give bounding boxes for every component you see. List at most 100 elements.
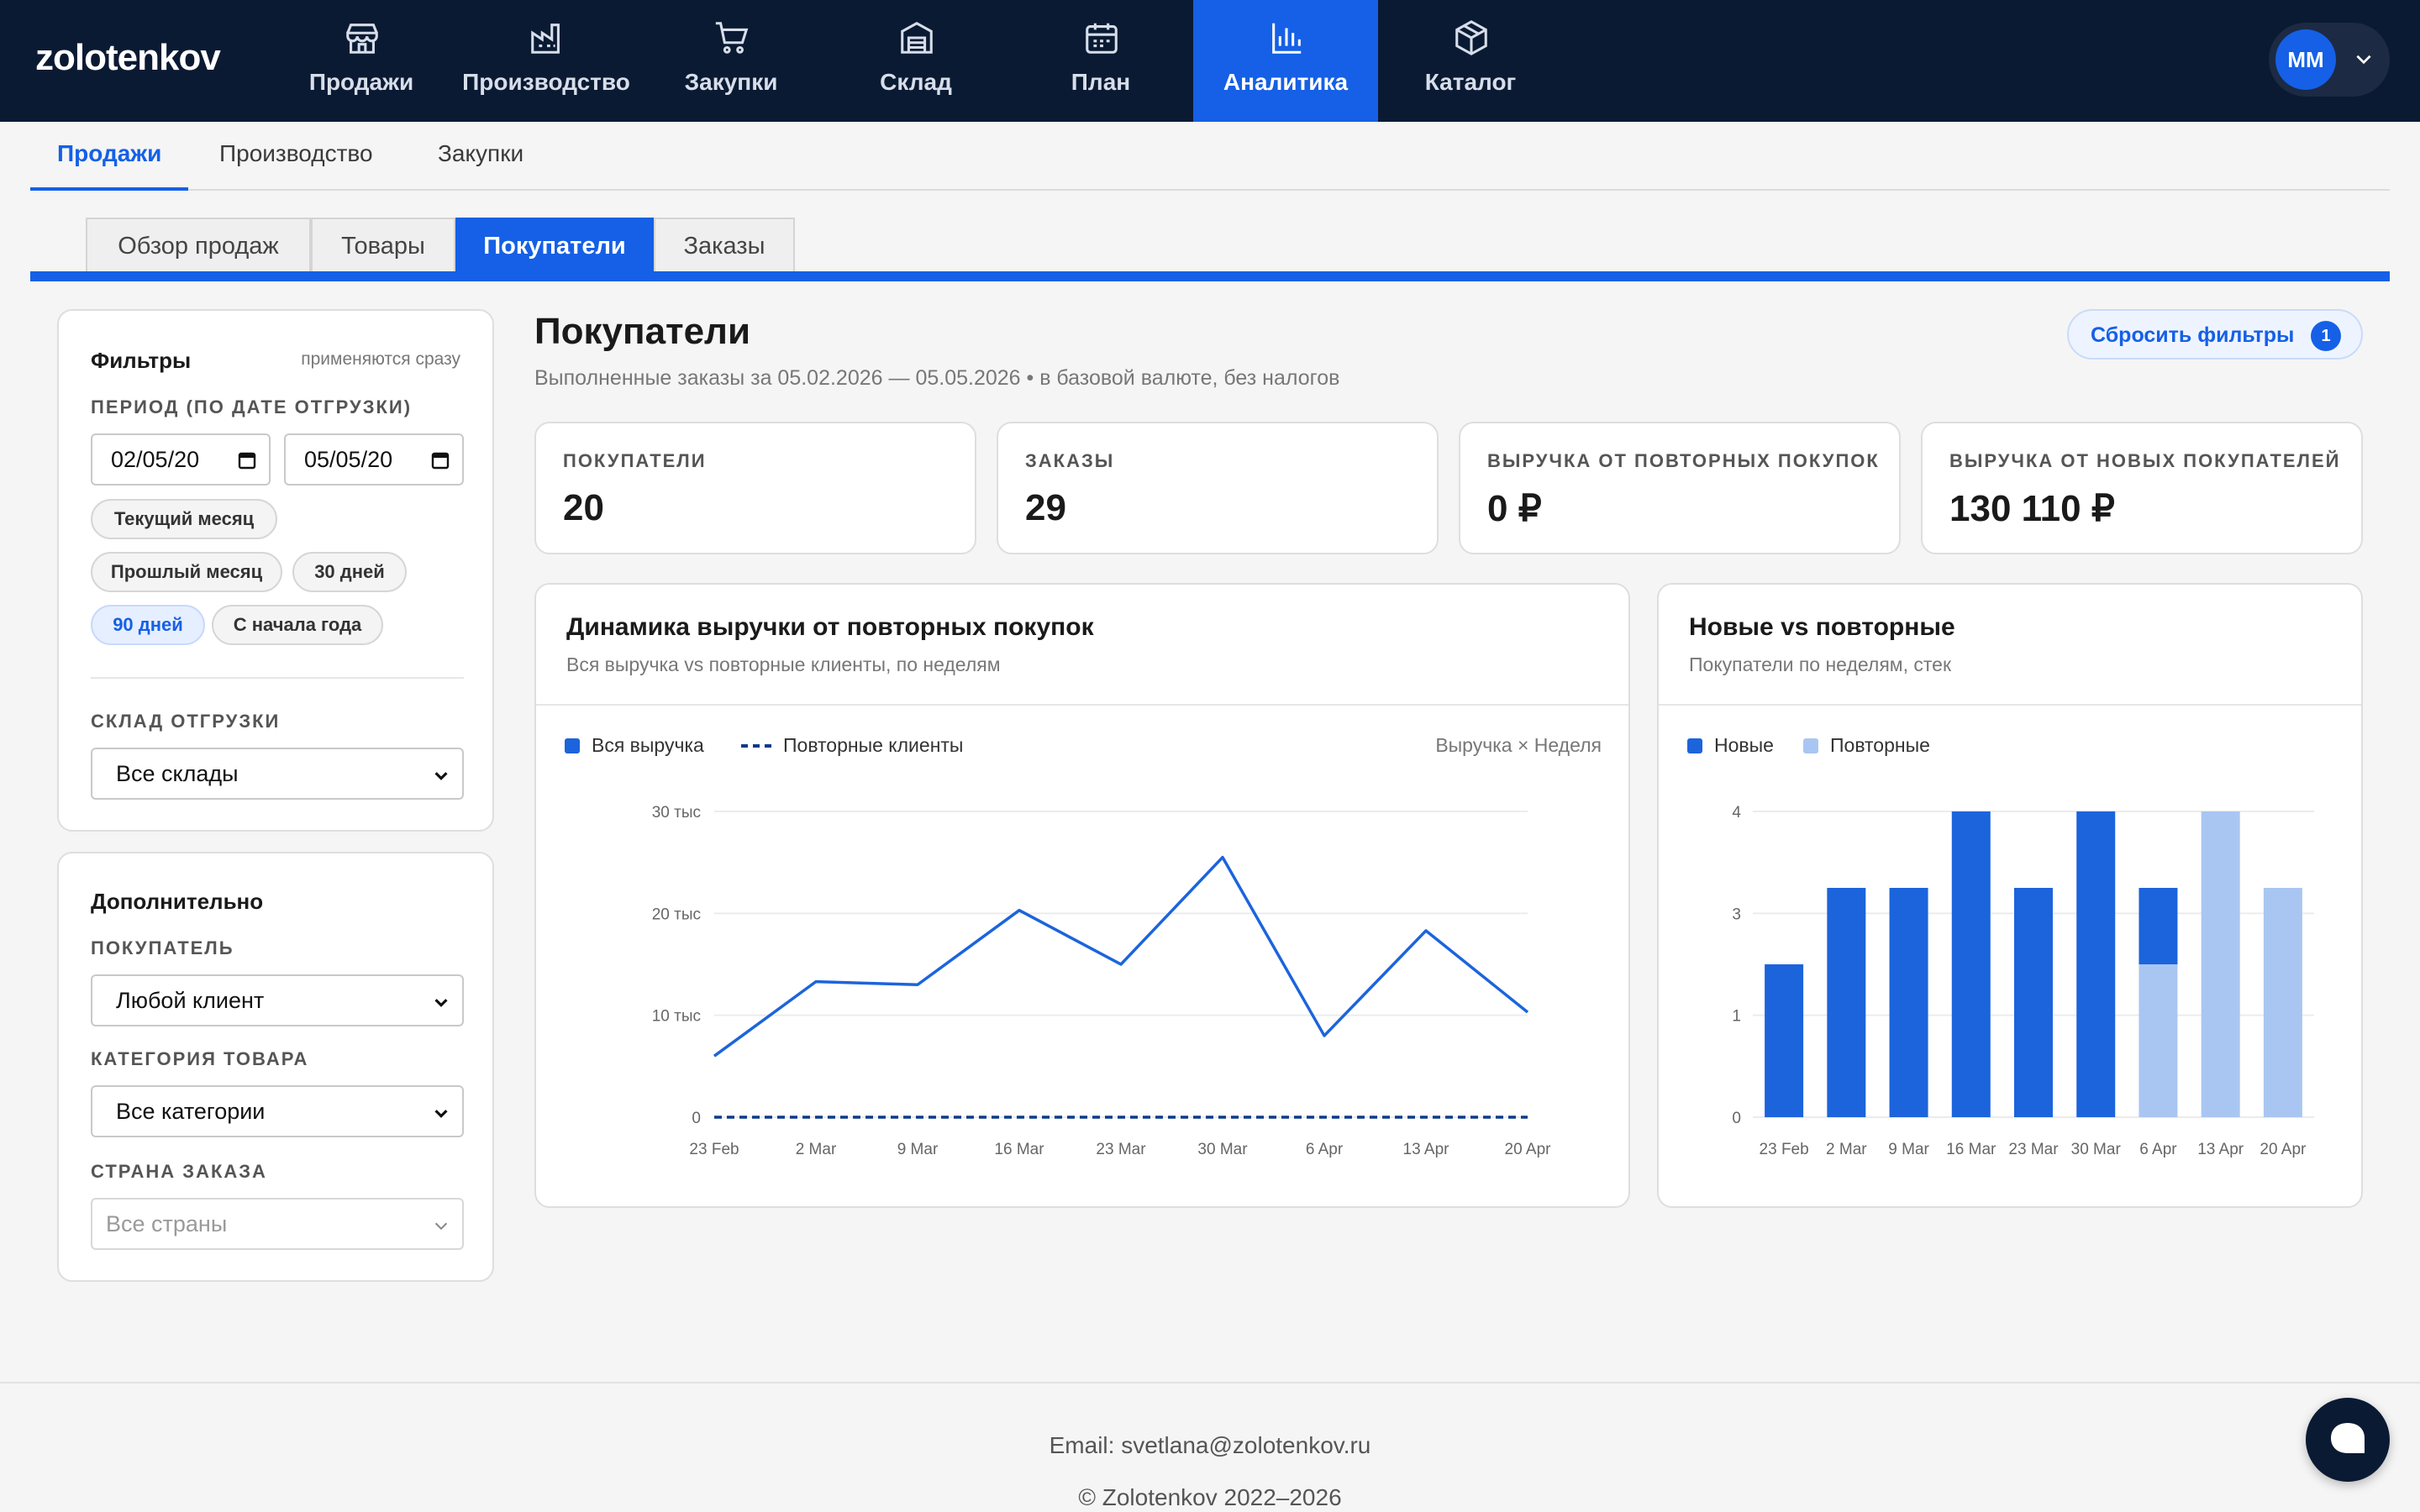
date-from-input[interactable]: 02/05/20 [91, 433, 271, 486]
y-tick-label: 3 [1732, 906, 1741, 923]
x-tick-label: 2 Mar [1826, 1141, 1867, 1158]
repeat-revenue-chart-card: Динамика выручки от повторных покупок Вс… [534, 583, 1630, 1208]
kpi-card-customers: ПОКУПАТЕЛИ 20 [534, 422, 976, 554]
nav-item-plan[interactable]: План [1008, 0, 1193, 122]
series-line-all-revenue [713, 855, 1529, 1058]
y-tick-label: 20 тыс [652, 906, 701, 923]
bar-new [2076, 811, 2116, 1117]
calendar-icon[interactable] [430, 450, 450, 470]
legend-swatch [741, 743, 771, 748]
legend-item-repeat-clients: Повторные клиенты [741, 734, 963, 757]
chat-bubble-icon [2331, 1423, 2365, 1453]
extra-filters-panel: Дополнительно ПОКУПАТЕЛЬ Любой клиент КА… [57, 852, 494, 1282]
preset-30-days[interactable]: 30 дней [292, 552, 407, 592]
preset-90-days[interactable]: 90 дней [91, 605, 205, 645]
nav-item-sales[interactable]: Продажи [269, 0, 454, 122]
category-value: Все категории [116, 1098, 266, 1124]
footer-email[interactable]: Email: svetlana@zolotenkov.ru [0, 1432, 2420, 1459]
legend-label: Повторные клиенты [783, 734, 964, 756]
legend-swatch [1687, 738, 1702, 753]
filters-hint: применяются сразу [301, 349, 460, 369]
filter-count-badge: 1 [2311, 321, 2341, 351]
chevron-down-icon [434, 1110, 448, 1118]
country-placeholder: Все страны [106, 1210, 228, 1236]
subnav-sales[interactable]: Продажи [30, 140, 189, 191]
store-icon [346, 24, 378, 54]
kpi-card-orders: ЗАКАЗЫ 29 [997, 422, 1439, 554]
bar-new [1951, 811, 1991, 1117]
chart-title: Новые vs повторные [1689, 613, 1955, 641]
x-tick-label: 13 Apr [2197, 1141, 2244, 1158]
bar-new [2014, 888, 2053, 1117]
extra-title: Дополнительно [91, 889, 264, 914]
x-tick-label: 13 Apr [1403, 1141, 1450, 1158]
category-label: КАТЕГОРИЯ ТОВАРА [91, 1048, 309, 1069]
y-tick-label: 0 [692, 1110, 701, 1127]
nav-label: Каталог [1424, 69, 1517, 95]
brand-logo[interactable]: zolotenkov [35, 37, 221, 79]
nav-item-production[interactable]: Производство [454, 0, 639, 122]
chevron-down-icon [434, 772, 448, 780]
legend-item-repeat: Повторные [1803, 734, 1930, 757]
chat-button[interactable] [2306, 1398, 2390, 1482]
subnav-purchases[interactable]: Закупки [411, 140, 550, 191]
tabs-underline [30, 271, 2390, 281]
kpi-value: 29 [1025, 487, 1066, 528]
legend-label: Вся выручка [592, 734, 704, 756]
tab-sales-overview[interactable]: Обзор продаж [86, 218, 311, 273]
nav-label: Продажи [308, 69, 414, 95]
nav-item-purchases[interactable]: Закупки [639, 0, 823, 122]
x-tick-label: 30 Mar [1197, 1141, 1248, 1158]
kpi-value: 20 [563, 487, 604, 528]
nav-item-warehouse[interactable]: Склад [823, 0, 1008, 122]
warehouse-icon [901, 21, 933, 54]
customer-value: Любой клиент [116, 987, 265, 1013]
page-subtitle: Выполненные заказы за 05.02.2026 — 05.05… [534, 366, 1340, 390]
nav-item-catalog[interactable]: Каталог [1378, 0, 1563, 122]
legend-label: Повторные [1830, 734, 1930, 756]
chevron-down-icon [434, 1222, 448, 1231]
nav-item-analytics[interactable]: Аналитика [1193, 0, 1378, 122]
tab-orders[interactable]: Заказы [654, 218, 795, 273]
top-navbar: zolotenkov Продажи Производство Закупки … [0, 0, 2420, 122]
preset-current-month[interactable]: Текущий месяц [91, 499, 277, 539]
tab-products[interactable]: Товары [311, 218, 455, 273]
page-title: Покупатели [534, 311, 751, 352]
sub-navigation: Продажи Производство Закупки [30, 122, 2390, 191]
x-tick-label: 16 Mar [1946, 1141, 1996, 1158]
customer-select[interactable]: Любой клиент [91, 974, 464, 1026]
x-tick-label: 30 Mar [2071, 1141, 2122, 1158]
bar-new [1827, 888, 1866, 1117]
preset-last-month[interactable]: Прошлый месяц [91, 552, 282, 592]
nav-label: Закупки [684, 69, 778, 95]
user-menu[interactable]: MM [2269, 23, 2390, 97]
date-from-value: 02/05/20 [111, 446, 200, 472]
country-select[interactable]: Все страны [91, 1198, 464, 1250]
x-tick-label: 23 Mar [2008, 1141, 2059, 1158]
y-tick-label: 1 [1732, 1008, 1741, 1026]
footer-copyright: © Zolotenkov 2022–2026 [1078, 1484, 1342, 1510]
warehouse-select[interactable]: Все склады [91, 748, 464, 800]
kpi-card-new-revenue: ВЫРУЧКА ОТ НОВЫХ ПОКУПАТЕЛЕЙ 130 110 ₽ [1921, 422, 2363, 554]
preset-year-to-date[interactable]: С начала года [212, 605, 383, 645]
chevron-down-icon [434, 999, 448, 1007]
reset-filters-button[interactable]: Сбросить фильтры 1 [2067, 309, 2363, 360]
kpi-card-repeat-revenue: ВЫРУЧКА ОТ ПОВТОРНЫХ ПОКУПОК 0 ₽ [1459, 422, 1901, 554]
warehouse-value: Все склады [116, 760, 239, 786]
bar-chart: 0 1 3 4 23 Feb 2 Mar 9 Mar 16 Mar 23 Mar 30 Mar 6 … [1732, 804, 2314, 1158]
legend-item-all-revenue: Вся выручка [565, 734, 704, 757]
category-select[interactable]: Все категории [91, 1085, 464, 1137]
bar-new [1765, 964, 1804, 1117]
y-tick-label: 4 [1732, 804, 1741, 822]
x-tick-label: 23 Mar [1096, 1141, 1146, 1158]
calendar-icon[interactable] [237, 450, 257, 470]
date-to-input[interactable]: 05/05/20 [284, 433, 464, 486]
subnav-production[interactable]: Производство [192, 140, 400, 191]
axis-hint: Выручка × Неделя [1435, 734, 1602, 756]
x-tick-label: 20 Apr [1505, 1141, 1552, 1158]
nav-label: Аналитика [1223, 69, 1349, 95]
tab-customers[interactable]: Покупатели [455, 218, 654, 273]
divider [91, 677, 464, 679]
x-tick-label: 16 Mar [994, 1141, 1044, 1158]
y-tick-label: 10 тыс [652, 1008, 701, 1026]
